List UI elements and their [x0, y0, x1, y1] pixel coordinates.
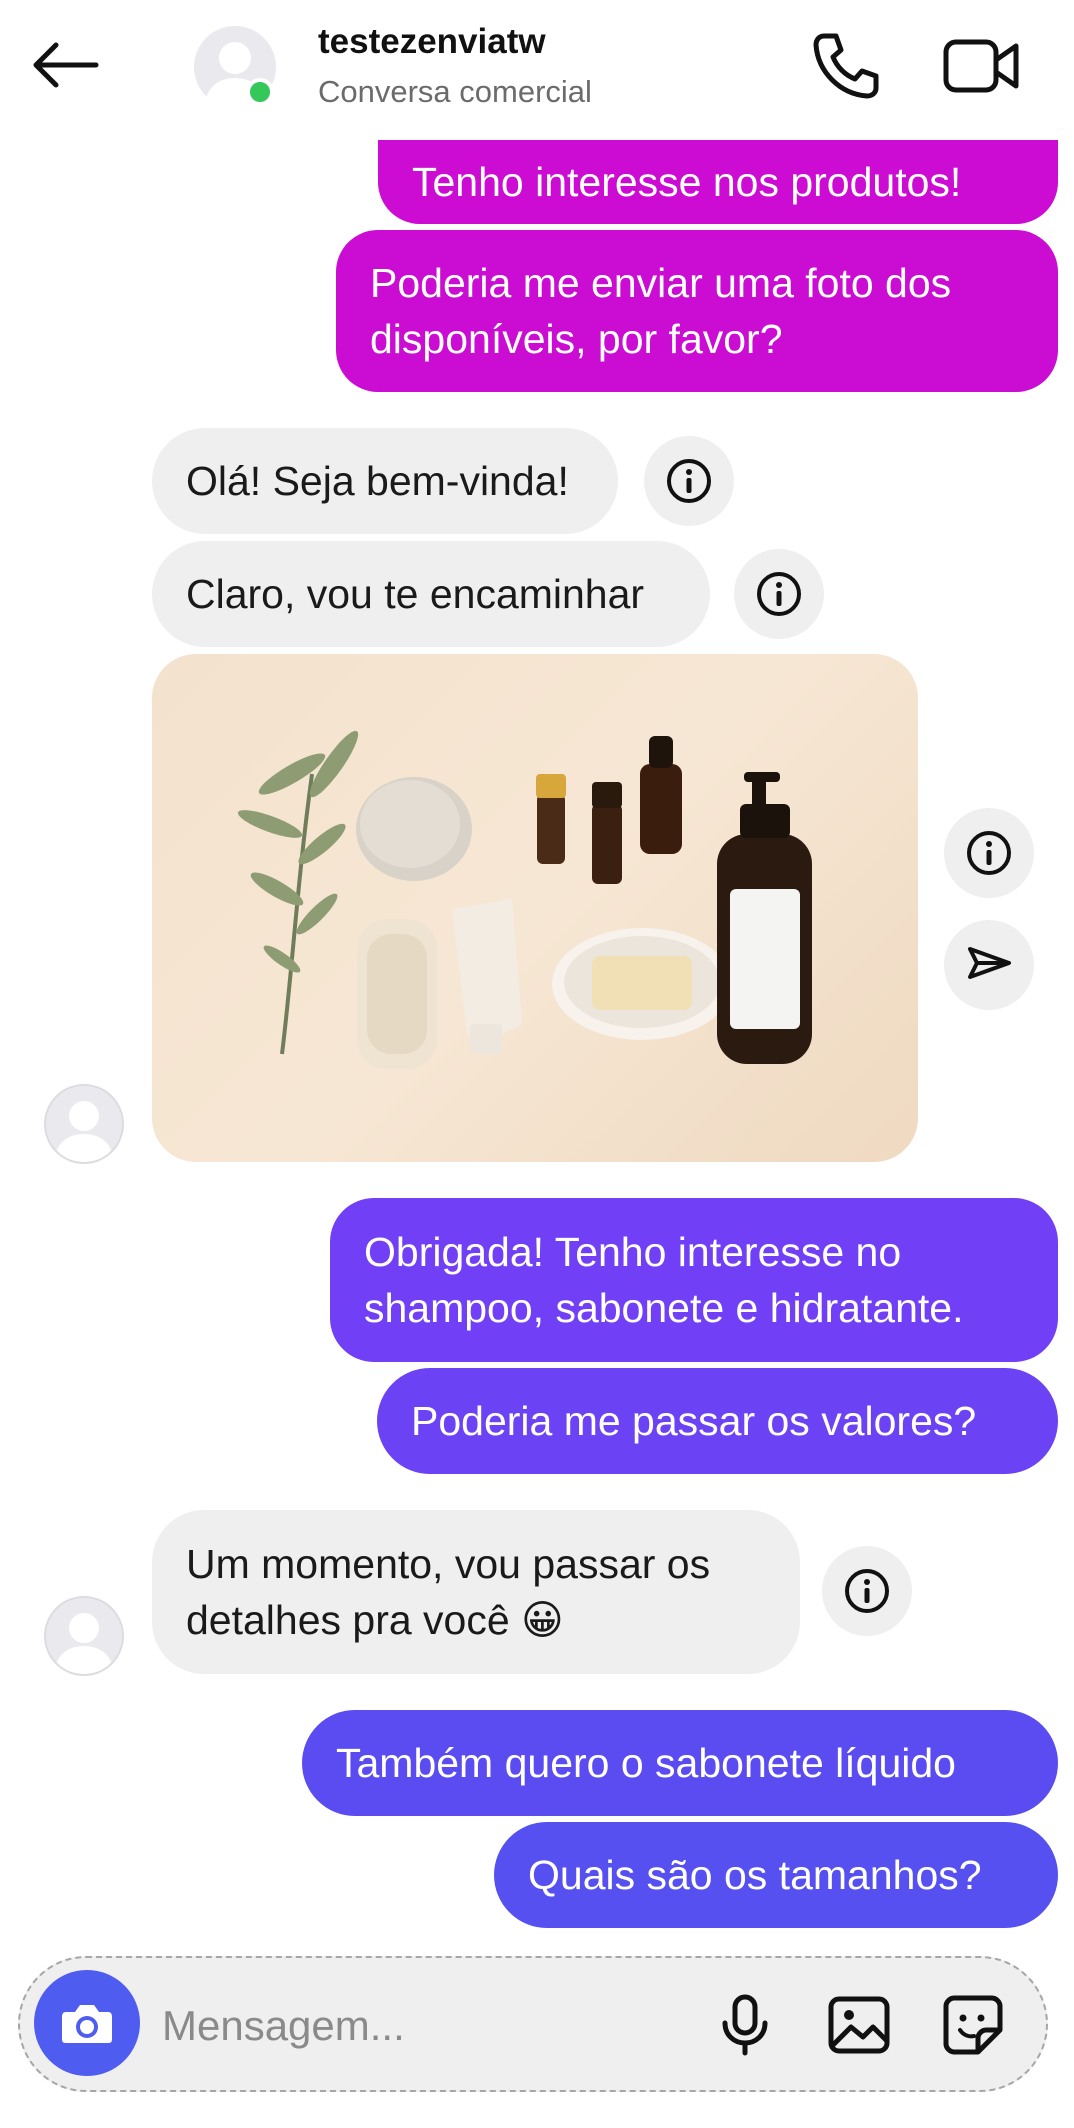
message-text: Claro, vou te encaminhar	[186, 571, 645, 617]
sticker-button[interactable]	[938, 1990, 1008, 2060]
contact-avatar-small[interactable]	[44, 1084, 124, 1164]
incoming-message[interactable]: Um momento, vou passar os detalhes pra v…	[152, 1510, 800, 1674]
image-message[interactable]	[152, 654, 918, 1162]
info-icon	[845, 1569, 889, 1613]
message-text-line: detalhes pra você 😀	[186, 1597, 564, 1643]
message-info-button[interactable]	[734, 549, 824, 639]
voice-call-button[interactable]	[810, 30, 882, 102]
voice-message-button[interactable]	[710, 1990, 780, 2060]
message-text-line: disponíveis, por favor?	[370, 316, 783, 362]
outgoing-message[interactable]: Tenho interesse nos produtos!	[378, 140, 1058, 224]
video-camera-icon	[943, 39, 1019, 93]
message-text: Tenho interesse nos produtos!	[412, 159, 962, 205]
incoming-message[interactable]: Claro, vou te encaminhar	[152, 541, 710, 647]
message-text: Também quero o sabonete líquido	[336, 1740, 956, 1786]
message-text-line: Obrigada! Tenho interesse no	[364, 1229, 902, 1275]
camera-icon	[62, 2005, 112, 2043]
send-icon	[968, 947, 1011, 979]
video-call-button[interactable]	[942, 30, 1022, 102]
gallery-icon	[828, 1996, 890, 2054]
phone-icon	[813, 33, 879, 99]
back-button[interactable]	[30, 30, 110, 100]
message-info-button[interactable]	[644, 436, 734, 526]
info-icon	[967, 831, 1011, 875]
microphone-icon	[722, 1994, 768, 2056]
incoming-message[interactable]: Olá! Seja bem-vinda!	[152, 428, 618, 534]
outgoing-message[interactable]: Poderia me passar os valores?	[377, 1368, 1058, 1474]
outgoing-message[interactable]: Também quero o sabonete líquido	[302, 1710, 1058, 1816]
contact-subtitle: Conversa comercial	[318, 74, 592, 109]
message-text: Olá! Seja bem-vinda!	[186, 458, 569, 504]
image-info-button[interactable]	[944, 808, 1034, 898]
message-text: Quais são os tamanhos?	[528, 1852, 982, 1898]
message-text-line: Um momento, vou passar os	[186, 1541, 711, 1587]
info-icon	[757, 572, 801, 616]
message-text-line: shampoo, sabonete e hidratante.	[364, 1285, 964, 1331]
outgoing-message[interactable]: Poderia me enviar uma foto dos disponíve…	[336, 230, 1058, 392]
contact-avatar-small[interactable]	[44, 1596, 124, 1676]
outgoing-message[interactable]: Obrigada! Tenho interesse no shampoo, sa…	[330, 1198, 1058, 1362]
chat-header: testezenviatw Conversa comercial	[0, 0, 1074, 138]
sticker-icon	[943, 1995, 1003, 2055]
message-text-line: Poderia me enviar uma foto dos	[370, 260, 952, 306]
forward-image-button[interactable]	[944, 920, 1034, 1010]
camera-button[interactable]	[34, 1970, 140, 2076]
contact-name[interactable]: testezenviatw	[318, 22, 546, 62]
message-info-button[interactable]	[822, 1546, 912, 1636]
back-arrow-icon	[33, 42, 99, 88]
info-icon	[667, 459, 711, 503]
message-text: Poderia me passar os valores?	[411, 1398, 977, 1444]
online-status-indicator	[246, 78, 274, 106]
outgoing-message[interactable]: Quais são os tamanhos?	[494, 1822, 1058, 1928]
products-photo	[237, 730, 812, 1069]
gallery-button[interactable]	[824, 1990, 894, 2060]
message-input[interactable]	[160, 1990, 684, 2062]
